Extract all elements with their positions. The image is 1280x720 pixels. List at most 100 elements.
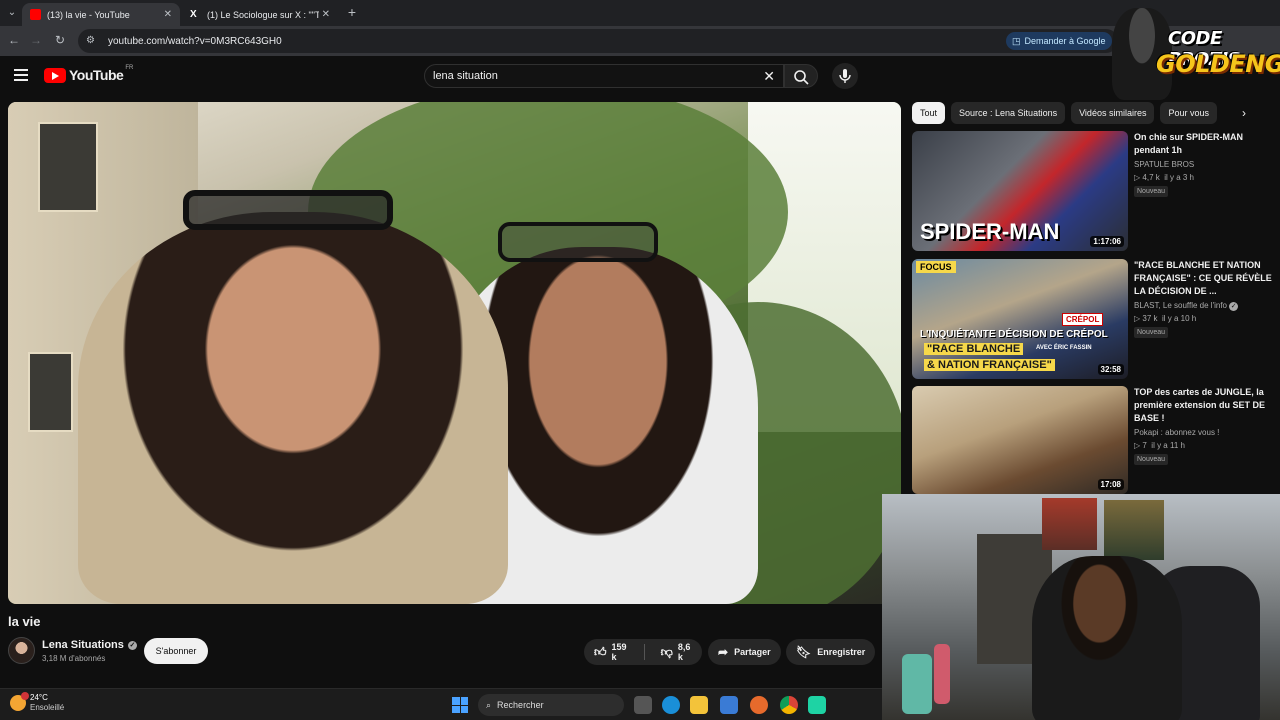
ask-google-label: Demander à Google bbox=[1024, 36, 1106, 46]
tab-search-chevron-icon[interactable]: ⌄ bbox=[4, 5, 20, 21]
back-icon[interactable]: ← bbox=[6, 32, 22, 48]
recommendation-item[interactable]: SPIDER-MAN 1:17:06 On chie sur SPIDER-MA… bbox=[912, 131, 1272, 251]
thumbs-up-icon: 👍︎ bbox=[594, 644, 607, 659]
views-icon: ▷ bbox=[1134, 173, 1141, 182]
forward-icon[interactable]: → bbox=[28, 32, 44, 48]
bookmark-icon: 🔖︎ bbox=[796, 645, 812, 659]
sponsor-logo-line2: GOLDENG bbox=[1156, 50, 1280, 78]
video-frame-person bbox=[78, 212, 508, 604]
windows-taskbar: 24°C Ensoleillé ⌕ Rechercher bbox=[0, 688, 882, 720]
url-text: youtube.com/watch?v=0M3RC643GH0 bbox=[108, 35, 282, 47]
channel-avatar[interactable] bbox=[8, 637, 35, 664]
like-count: 159 k bbox=[611, 642, 627, 662]
subscriber-count: 3,18 M d'abonnés bbox=[42, 654, 106, 663]
recommendation-title[interactable]: TOP des cartes de JUNGLE, la première ex… bbox=[1134, 386, 1272, 425]
thumbnail-tag: FOCUS bbox=[916, 261, 956, 273]
site-info-icon[interactable]: ⚙ bbox=[86, 35, 98, 47]
file-explorer-icon[interactable] bbox=[690, 696, 708, 714]
recommendation-channel[interactable]: SPATULE BROS bbox=[1134, 160, 1194, 169]
store-icon[interactable] bbox=[720, 696, 738, 714]
webcam-poster bbox=[1042, 498, 1097, 550]
app-icon[interactable] bbox=[808, 696, 826, 714]
video-thumbnail[interactable]: 17:08 bbox=[912, 386, 1128, 494]
view-count: 7 bbox=[1142, 441, 1147, 450]
address-bar[interactable]: ⚙ youtube.com/watch?v=0M3RC643GH0 bbox=[78, 29, 1118, 53]
search-query: lena situation bbox=[433, 70, 498, 82]
search-icon bbox=[794, 70, 809, 85]
recommendation-item[interactable]: FOCUS CRÉPOL L'INQUIÉTANTE DÉCISION DE C… bbox=[912, 259, 1272, 379]
divider bbox=[643, 644, 645, 660]
search-button[interactable] bbox=[784, 64, 818, 88]
recommendation-item[interactable]: 17:08 TOP des cartes de JUNGLE, la premi… bbox=[912, 386, 1272, 506]
channel-text: BLAST, Le souffle de l'info bbox=[1134, 301, 1227, 310]
chip-all[interactable]: Tout bbox=[912, 102, 946, 124]
new-tab-icon[interactable]: + bbox=[344, 4, 360, 20]
save-button[interactable]: 🔖︎ Enregistrer bbox=[786, 639, 876, 665]
recommendation-title[interactable]: "RACE BLANCHE ET NATION FRANÇAISE" : CE … bbox=[1134, 259, 1272, 298]
webcam-poster bbox=[1104, 500, 1164, 560]
youtube-favicon-icon bbox=[30, 9, 41, 20]
views-icon: ▷ bbox=[1134, 314, 1141, 323]
save-label: Enregistrer bbox=[817, 647, 866, 657]
video-thumbnail[interactable]: SPIDER-MAN 1:17:06 bbox=[912, 131, 1128, 251]
windows-start-icon[interactable] bbox=[452, 697, 468, 713]
chip-source[interactable]: Source : Lena Situations bbox=[951, 102, 1066, 124]
views-icon: ▷ bbox=[1134, 441, 1141, 450]
video-player[interactable] bbox=[8, 102, 901, 604]
upload-age: il y a 11 h bbox=[1151, 441, 1185, 450]
share-button[interactable]: ➦ Partager bbox=[708, 639, 781, 665]
channel-name[interactable]: Lena Situations ✓ bbox=[42, 639, 137, 651]
dislike-count: 8,6 k bbox=[677, 642, 691, 662]
recommendation-channel[interactable]: BLAST, Le souffle de l'info ✓ bbox=[1134, 301, 1239, 311]
taskbar-search[interactable]: ⌕ Rechercher bbox=[478, 694, 624, 716]
recommendation-title[interactable]: On chie sur SPIDER-MAN pendant 1h bbox=[1134, 131, 1272, 157]
edge-icon[interactable] bbox=[662, 696, 680, 714]
subscribe-button[interactable]: S'abonner bbox=[144, 638, 208, 664]
youtube-play-icon bbox=[44, 67, 66, 83]
video-frame-window bbox=[38, 122, 98, 212]
video-frame-window bbox=[28, 352, 73, 432]
close-tab-icon[interactable]: ✕ bbox=[164, 9, 172, 20]
voice-search-button[interactable] bbox=[832, 63, 858, 89]
video-title: la vie bbox=[8, 614, 41, 629]
logo-text: YouTube bbox=[69, 67, 124, 83]
webcam-bottle bbox=[902, 654, 932, 714]
video-frame-glasses bbox=[498, 222, 658, 262]
thumbnail-text: L'INQUIÉTANTE DÉCISION DE CRÉPOL bbox=[920, 329, 1108, 340]
thumbs-down-icon: 👎︎ bbox=[660, 644, 673, 659]
tab-youtube[interactable]: (13) la vie - YouTube ✕ bbox=[22, 3, 180, 26]
chrome-icon[interactable] bbox=[780, 696, 798, 714]
video-duration: 17:08 bbox=[1097, 479, 1124, 490]
recommendation-meta: ▷ 37 k il y a 10 h bbox=[1134, 314, 1196, 323]
weather-widget[interactable]: 24°C Ensoleillé bbox=[10, 692, 64, 713]
menu-icon[interactable] bbox=[14, 69, 28, 81]
sun-icon bbox=[10, 692, 29, 711]
upload-age: il y a 3 h bbox=[1164, 173, 1194, 182]
microphone-icon bbox=[839, 69, 851, 83]
lens-icon: ◳ bbox=[1012, 35, 1021, 46]
dislike-button[interactable]: 👎︎ 8,6 k bbox=[651, 639, 702, 665]
youtube-logo[interactable]: YouTube FR bbox=[44, 65, 133, 83]
video-thumbnail[interactable]: FOCUS CRÉPOL L'INQUIÉTANTE DÉCISION DE C… bbox=[912, 259, 1128, 379]
firefox-icon[interactable] bbox=[750, 696, 768, 714]
chip-similar[interactable]: Vidéos similaires bbox=[1071, 102, 1155, 124]
search-input[interactable]: lena situation ✕ bbox=[424, 64, 784, 88]
search-icon: ⌕ bbox=[486, 699, 492, 710]
close-tab-icon[interactable]: ✕ bbox=[322, 9, 330, 20]
chevron-right-icon[interactable]: › bbox=[1236, 104, 1252, 122]
tab-title: (1) Le Sociologue sur X : ""Tu n bbox=[207, 9, 319, 20]
new-badge: Nouveau bbox=[1134, 186, 1169, 197]
youtube-header: YouTube FR lena situation ✕ bbox=[0, 56, 1280, 96]
recommendation-meta: ▷ 7 il y a 11 h bbox=[1134, 441, 1185, 450]
taskbar-search-label: Rechercher bbox=[497, 700, 544, 710]
tab-x[interactable]: X (1) Le Sociologue sur X : ""Tu n ✕ bbox=[182, 3, 338, 26]
task-view-icon[interactable] bbox=[634, 696, 652, 714]
like-button[interactable]: 👍︎ 159 k bbox=[584, 639, 638, 665]
reload-icon[interactable]: ↻ bbox=[52, 32, 68, 48]
recommendation-channel[interactable]: Pokapi : abonnez vous ! bbox=[1134, 428, 1219, 437]
chip-for-you[interactable]: Pour vous bbox=[1160, 102, 1217, 124]
clear-search-icon[interactable]: ✕ bbox=[763, 68, 775, 85]
ask-google-button[interactable]: ◳ Demander à Google bbox=[1006, 32, 1112, 50]
thumbnail-sign: CRÉPOL bbox=[1062, 313, 1104, 326]
thumbnail-subtext: AVEC ÉRIC FASSIN bbox=[1036, 345, 1092, 351]
